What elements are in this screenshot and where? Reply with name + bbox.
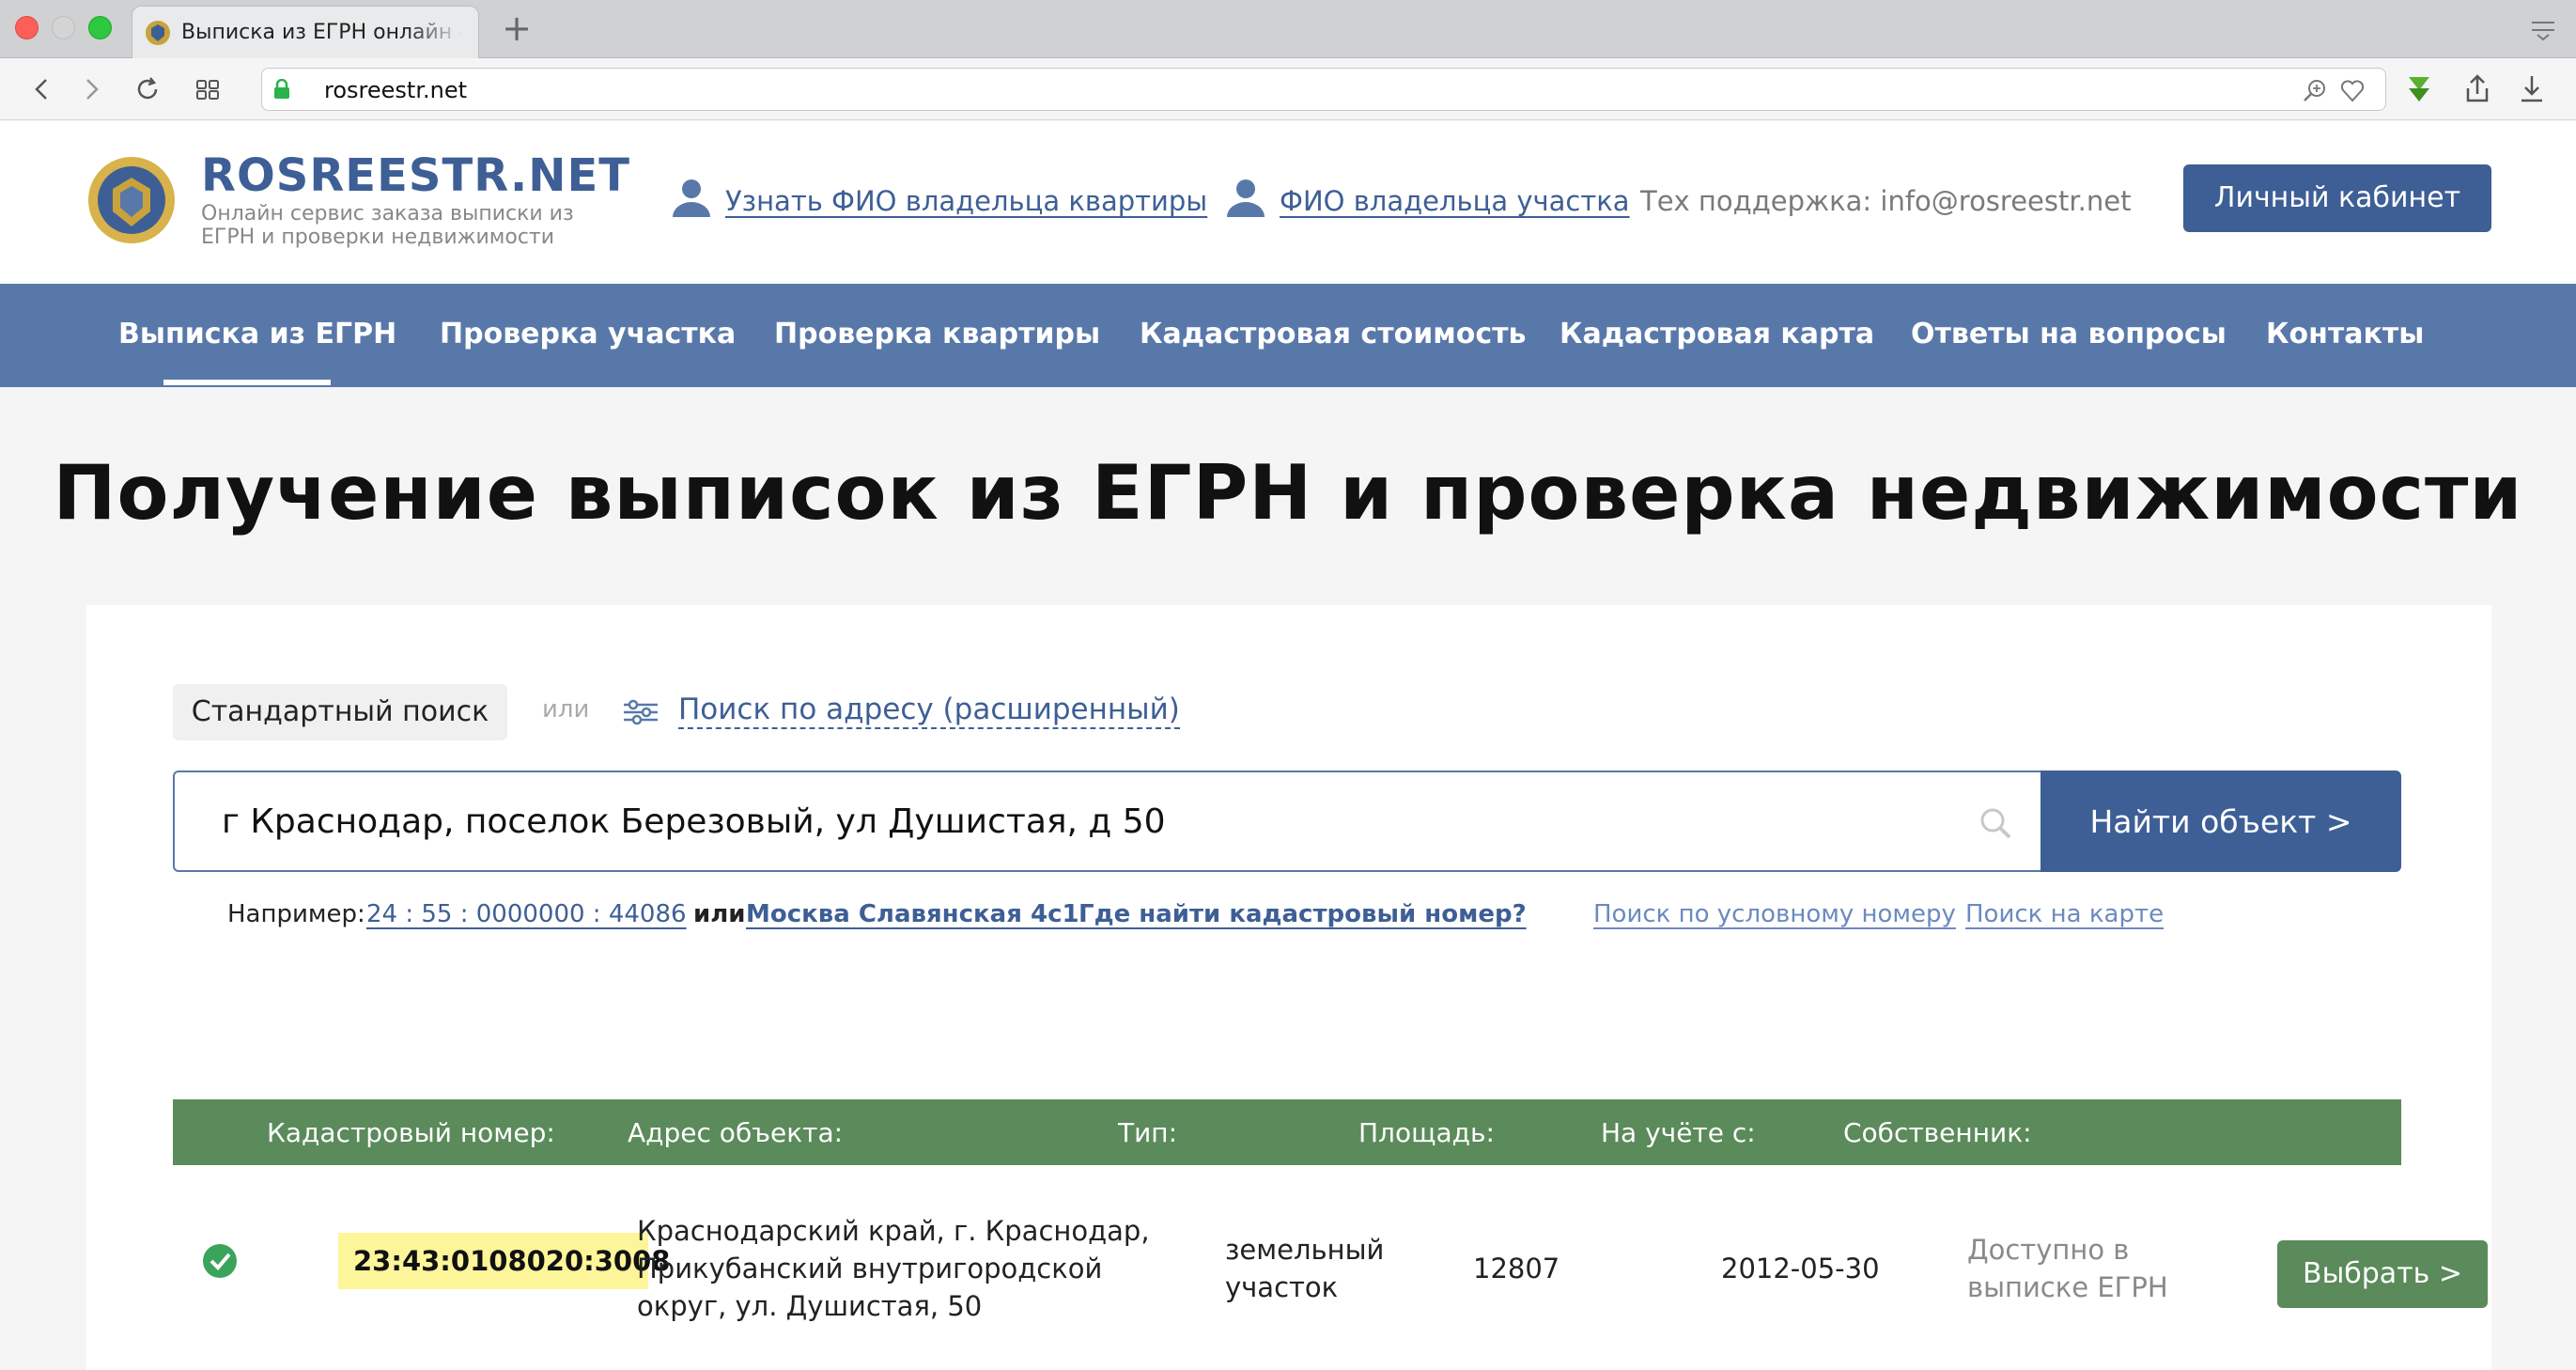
nav-item-plot-check[interactable]: Проверка участка [440,318,736,350]
advanced-search-link[interactable]: Поиск по адресу (расширенный) [678,692,1180,729]
address-line: Краснодарский край, г. Краснодар, [637,1215,1150,1247]
window-minimize-button[interactable] [52,16,75,39]
find-object-button[interactable]: Найти объект > [2041,771,2401,872]
nav-item-apartment-check[interactable]: Проверка квартиры [774,318,1100,350]
forward-icon[interactable] [75,73,107,105]
plot-owner-link[interactable]: ФИО владельца участка [1221,174,1630,230]
header-type: Тип: [1118,1117,1178,1148]
browser-tab[interactable]: Выписка из ЕГРН онлайн - с [132,6,479,58]
plot-owner-link-text[interactable]: ФИО владельца участка [1280,185,1630,217]
search-icon [1980,808,2011,839]
type-line: земельный [1225,1234,1385,1266]
window-close-button[interactable] [15,16,39,39]
select-object-button[interactable]: Выбрать > [2277,1240,2488,1308]
map-search-link[interactable]: Поиск на карте [1965,900,2164,928]
reload-icon[interactable] [132,73,163,105]
browser-tabbar: Выписка из ЕГРН онлайн - с + [0,0,2576,58]
back-icon[interactable] [26,73,58,105]
nav-active-indicator [163,380,331,385]
browser-toolbar: rosreestr.net [0,58,2576,120]
new-tab-button[interactable]: + [498,8,535,49]
extension-icon[interactable] [2401,71,2437,107]
examples-label: Например: [227,900,365,928]
tab-menu-icon[interactable] [2529,19,2557,41]
lock-icon [274,79,289,99]
logo-subtitle: Онлайн сервис заказа выписки из ЕГРН и п… [201,202,596,249]
standard-search-tab[interactable]: Стандартный поиск [173,684,507,740]
tab-title: Выписка из ЕГРН онлайн - с [181,21,463,44]
results-table-header: Кадастровый номер: Адрес объекта: Тип: П… [173,1099,2401,1165]
support-contact: Тех поддержка: info@rosreestr.net [1640,185,2132,217]
person-icon [673,179,710,217]
logo-subtitle-line: Онлайн сервис заказа выписки из [201,202,574,226]
header-owner: Собственник: [1843,1117,2032,1148]
object-area: 12807 [1473,1253,1560,1284]
address-bar[interactable]: rosreestr.net [261,68,2386,111]
header-area: Площадь: [1358,1117,1495,1148]
nav-item-cadastral-map[interactable]: Кадастровая карта [1560,318,1874,350]
header-address: Адрес объекта: [628,1117,844,1148]
or-separator: или [542,695,590,724]
header-cadastral: Кадастровый номер: [267,1117,555,1148]
nav-item-egrn-extract[interactable]: Выписка из ЕГРН [118,318,396,350]
zoom-icon[interactable] [2301,76,2329,104]
logo-title[interactable]: ROSREESTR.NET [201,149,630,202]
address-line: Прикубанский внутригородской [637,1253,1103,1284]
address-line: округ, ул. Душистая, 50 [637,1290,983,1322]
owner-line: Доступно в [1967,1234,2130,1266]
main-nav: Выписка из ЕГРН Проверка участка Проверк… [0,284,2576,387]
download-icon[interactable] [2514,71,2550,107]
owner-line: выписке ЕГРН [1967,1271,2168,1303]
check-circle-icon [203,1244,237,1278]
registered-date: 2012-05-30 [1721,1253,1880,1284]
owner-info: Доступно в выписке ЕГРН [1967,1231,2168,1306]
nav-item-contacts[interactable]: Контакты [2266,318,2424,350]
logo-emblem-icon[interactable] [85,153,178,247]
nav-item-faq[interactable]: Ответы на вопросы [1911,318,2227,350]
conditional-number-search-link[interactable]: Поиск по условному номеру [1593,900,1956,928]
type-line: участок [1225,1271,1339,1303]
object-type: земельный участок [1225,1231,1384,1306]
site-favicon-icon [146,21,170,45]
site-header: ROSREESTR.NET Онлайн сервис заказа выпис… [0,121,2576,284]
search-input[interactable] [173,771,2052,872]
sliders-icon [624,699,658,725]
url-text: rosreestr.net [324,77,467,103]
window-zoom-button[interactable] [88,16,112,39]
header-registered: На учёте с: [1601,1117,1756,1148]
heart-icon[interactable] [2338,76,2367,104]
object-address: Краснодарский край, г. Краснодар, Прикуб… [637,1212,1150,1325]
tabs-grid-icon[interactable] [192,73,224,105]
cadastral-number[interactable]: 23:43:0108020:3008 [338,1233,670,1289]
table-row: 23:43:0108020:3008 Краснодарский край, г… [173,1165,2488,1370]
logo-subtitle-line: ЕГРН и проверки недвижимости [201,226,555,249]
page-title: Получение выписок из ЕГРН и проверка нед… [53,449,2523,537]
search-panel: Стандартный поиск или Поиск по адресу (р… [86,605,2491,1370]
apartment-owner-link-text[interactable]: Узнать ФИО владельца квартиры [725,185,1207,217]
example-cadastral-link[interactable]: 24 : 55 : 0000000 : 44086 [366,900,687,928]
personal-cabinet-button[interactable]: Личный кабинет [2183,164,2491,232]
apartment-owner-link[interactable]: Узнать ФИО владельца квартиры [667,174,1207,230]
example-address-link[interactable]: Москва Славянская 4с1 [746,900,1079,928]
share-icon[interactable] [2460,71,2495,107]
nav-item-cadastral-value[interactable]: Кадастровая стоимость [1140,318,1527,350]
examples-or: или [693,900,746,928]
person-icon [1227,179,1265,217]
where-to-find-link[interactable]: Где найти кадастровый номер? [1079,900,1527,928]
